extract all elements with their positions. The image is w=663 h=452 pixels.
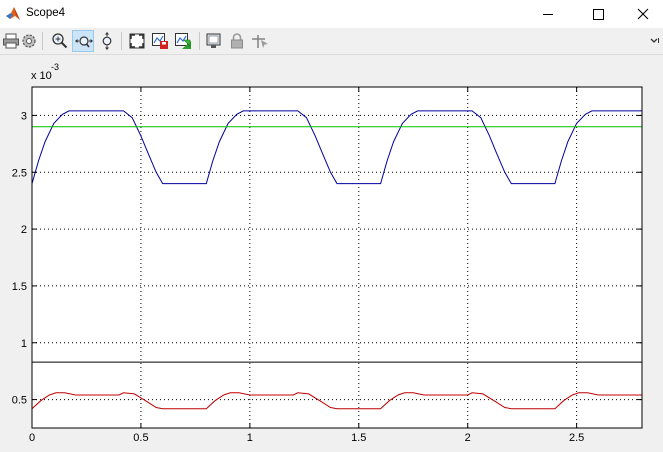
signal-selection-button[interactable] — [249, 30, 271, 52]
chevron-overflow-icon[interactable] — [650, 36, 660, 46]
y-tick-label: 2.5 — [12, 167, 27, 179]
autoscale-button[interactable] — [126, 30, 148, 52]
y-tick-label: 1 — [21, 338, 27, 350]
parameters-button[interactable] — [18, 30, 40, 52]
toolbar-separator — [199, 32, 200, 50]
signal-selection-icon — [252, 35, 268, 48]
matlab-icon[interactable] — [5, 6, 21, 22]
window-title: Scope4 — [26, 7, 66, 19]
x-tick-label: 2 — [465, 432, 471, 444]
zoom-in-icon — [52, 33, 68, 49]
close-button[interactable] — [617, 0, 663, 28]
x-tick-label: 1.5 — [351, 432, 366, 444]
restore-axes-settings-button[interactable] — [172, 30, 194, 52]
autoscale-icon — [129, 33, 145, 49]
toolbar-separator — [42, 32, 43, 50]
axes-background — [32, 87, 642, 428]
x-tick-label: 1 — [247, 432, 253, 444]
zoom-y-icon — [102, 32, 112, 50]
scope-plot-area: 0 0.5 1 1.5 2 2.5 0.5 1 1.5 2 2.5 3 x 10 -3 — [0, 55, 663, 448]
scope-chart[interactable]: 0 0.5 1 1.5 2 2.5 0.5 1 1.5 2 2.5 3 x 10 -3 — [0, 55, 663, 448]
save-axes-settings-button[interactable] — [149, 30, 171, 52]
x-tick-label: 0 — [29, 432, 35, 444]
toolbar-separator — [121, 32, 122, 50]
lock-axes-button[interactable] — [226, 30, 248, 52]
floating-scope-icon — [206, 33, 221, 48]
zoom-in-button[interactable] — [49, 30, 71, 52]
x-tick-label: 0.5 — [133, 432, 148, 444]
parameters-gear-icon — [22, 34, 36, 48]
restore-axes-settings-icon — [175, 33, 191, 49]
zoom-y-button[interactable] — [96, 30, 118, 52]
floating-scope-button[interactable] — [203, 30, 225, 52]
y-tick-label: 3 — [21, 110, 27, 122]
title-bar: Scope4 — [0, 0, 663, 28]
axis-exponent-label: x 10 — [31, 70, 52, 82]
y-tick-label: 2 — [21, 224, 27, 236]
y-tick-label: 1.5 — [12, 281, 27, 293]
save-axes-settings-icon — [152, 33, 168, 49]
lock-axes-icon — [231, 33, 243, 49]
minimize-icon — [543, 14, 553, 15]
zoom-x-button[interactable] — [72, 30, 94, 52]
maximize-icon — [593, 9, 604, 20]
minimize-button[interactable] — [525, 0, 571, 28]
toolbar — [0, 28, 663, 55]
zoom-x-icon — [75, 36, 93, 48]
axis-exponent-power: -3 — [51, 62, 59, 72]
maximize-button[interactable] — [575, 0, 621, 28]
x-tick-label: 2.5 — [569, 432, 584, 444]
close-icon — [637, 8, 649, 20]
y-tick-label: 0.5 — [12, 395, 27, 407]
